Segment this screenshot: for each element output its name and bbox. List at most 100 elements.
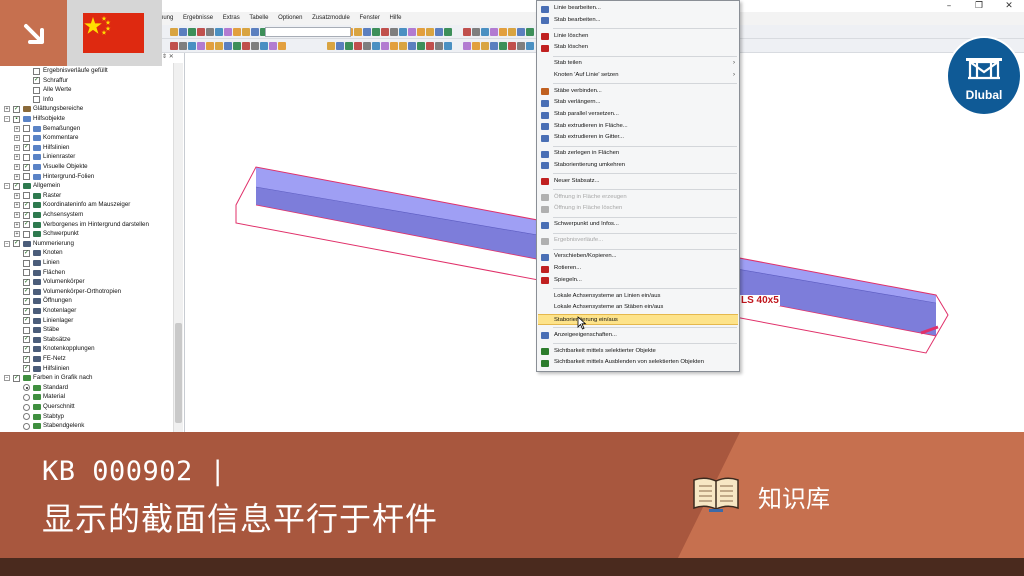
- navigator-scrollbar[interactable]: [173, 63, 183, 432]
- navigator-checkbox[interactable]: [23, 230, 30, 238]
- toolbar-icon[interactable]: [463, 28, 471, 36]
- navigator-checkbox[interactable]: [23, 134, 30, 142]
- navigator-item[interactable]: ✓ Stabsätze: [4, 335, 172, 345]
- navigator-checkbox[interactable]: [33, 86, 40, 94]
- toolbar-icon[interactable]: [517, 28, 525, 36]
- toolbar-icon[interactable]: [242, 42, 250, 50]
- navigator-checkbox[interactable]: ✓: [23, 297, 30, 305]
- expand-icon[interactable]: +: [14, 135, 20, 142]
- toolbar-icon[interactable]: [417, 42, 425, 50]
- menu-hilfe[interactable]: Hilfe: [390, 12, 402, 25]
- navigator-checkbox[interactable]: [23, 326, 30, 334]
- toolbar-icon[interactable]: [206, 28, 214, 36]
- toolbar-icon[interactable]: [372, 42, 380, 50]
- navigator-radio[interactable]: [23, 422, 30, 430]
- navigator-item[interactable]: ✓ Knoten: [4, 248, 172, 258]
- menu-item[interactable]: Verschieben/Kopieren...: [538, 251, 738, 263]
- toolbar-icon[interactable]: [260, 42, 268, 50]
- navigator-checkbox[interactable]: [33, 96, 40, 104]
- navigator-checkbox[interactable]: [23, 153, 30, 161]
- minimize-button[interactable]: –: [934, 0, 964, 12]
- toolbar-icon[interactable]: [390, 28, 398, 36]
- menu-item[interactable]: Staborientierung ein/aus: [538, 313, 738, 326]
- expand-icon[interactable]: +: [14, 144, 20, 151]
- toolbar-icon[interactable]: [188, 28, 196, 36]
- toolbar-icon[interactable]: [224, 28, 232, 36]
- expand-icon[interactable]: +: [14, 212, 20, 218]
- navigator-checkbox[interactable]: ✓: [23, 317, 30, 325]
- toolbar-icon[interactable]: [224, 42, 232, 50]
- toolbar-icon[interactable]: [215, 42, 223, 50]
- toolbar-icon[interactable]: [188, 42, 196, 50]
- navigator-checkbox[interactable]: ✓: [13, 374, 20, 382]
- toolbar-icon[interactable]: [233, 28, 241, 36]
- navigator-item[interactable]: Flächen: [4, 268, 172, 278]
- navigator-checkbox[interactable]: ✓: [23, 249, 30, 257]
- navigator-item[interactable]: Linien: [4, 258, 172, 268]
- toolbar-icon[interactable]: [354, 28, 362, 36]
- navigator-item[interactable]: ✓ Hilfslinien: [4, 364, 172, 374]
- toolbar-icon[interactable]: [372, 28, 380, 36]
- toolbar-icon[interactable]: [336, 42, 344, 50]
- loadcase-combo[interactable]: [265, 27, 351, 37]
- toolbar-icon[interactable]: [197, 28, 205, 36]
- toolbar-icon[interactable]: [363, 42, 371, 50]
- navigator-checkbox[interactable]: ✓: [23, 307, 30, 315]
- navigator-item[interactable]: ✓ Öffnungen: [4, 296, 172, 306]
- menu-item[interactable]: Sichtbarkeit mittels selektierter Objekt…: [538, 346, 738, 358]
- toolbar-icon[interactable]: [490, 42, 498, 50]
- toolbar-icon[interactable]: [408, 42, 416, 50]
- navigator-item[interactable]: Standard: [4, 383, 172, 393]
- navigator-item[interactable]: Info: [4, 95, 172, 105]
- collapse-icon[interactable]: −: [4, 116, 10, 122]
- expand-icon[interactable]: +: [14, 221, 20, 228]
- menu-item[interactable]: Linie löschen: [538, 31, 738, 43]
- navigator-checkbox[interactable]: ✓: [23, 288, 30, 296]
- toolbar-icon[interactable]: [170, 28, 178, 36]
- menu-fenster[interactable]: Fenster: [360, 12, 380, 25]
- toolbar-icon[interactable]: [472, 42, 480, 50]
- expand-icon[interactable]: +: [14, 154, 20, 161]
- navigator-item[interactable]: Material: [4, 392, 172, 402]
- menu-item[interactable]: Stab bearbeiten...: [538, 15, 738, 27]
- navigator-checkbox[interactable]: ✓: [23, 163, 30, 171]
- navigator-item[interactable]: + Raster: [4, 191, 172, 201]
- toolbar-icon[interactable]: [251, 28, 259, 36]
- navigator-checkbox[interactable]: [23, 192, 30, 200]
- toolbar-icon[interactable]: [179, 28, 187, 36]
- menu-item[interactable]: Stab parallel versetzen...: [538, 109, 738, 121]
- navigator-item[interactable]: Ergebnisverläufe gefüllt: [4, 66, 172, 76]
- navigator-checkbox[interactable]: ✓: [23, 355, 30, 363]
- navigator-radio[interactable]: [23, 403, 30, 411]
- toolbar-icon[interactable]: [381, 42, 389, 50]
- navigator-item[interactable]: + ✓ Glättungsbereiche: [4, 104, 172, 114]
- navigator-checkbox[interactable]: ✓: [23, 201, 30, 209]
- toolbar-icon[interactable]: [399, 28, 407, 36]
- toolbar-icon[interactable]: [508, 42, 516, 50]
- menu-item[interactable]: Stab verlängern...: [538, 97, 738, 109]
- toolbar-icon[interactable]: [417, 28, 425, 36]
- navigator-item[interactable]: ✓ Schraffur: [4, 76, 172, 86]
- navigator-item[interactable]: ✓ Linienlager: [4, 316, 172, 326]
- menu-item[interactable]: Linie bearbeiten...: [538, 3, 738, 15]
- menu-optionen[interactable]: Optionen: [278, 12, 302, 25]
- navigator-item[interactable]: + Kommentare: [4, 133, 172, 143]
- toolbar-icon[interactable]: [233, 42, 241, 50]
- navigator-item[interactable]: Alle Werte: [4, 85, 172, 95]
- navigator-checkbox[interactable]: ✓: [33, 77, 40, 85]
- toolbar-icon[interactable]: [481, 28, 489, 36]
- toolbar-icon[interactable]: [481, 42, 489, 50]
- navigator-checkbox[interactable]: ✓: [13, 182, 20, 190]
- maximize-button[interactable]: ❐: [964, 0, 994, 12]
- toolbar-icon[interactable]: [179, 42, 187, 50]
- navigator-radio[interactable]: [23, 384, 30, 392]
- toolbar-icon[interactable]: [499, 42, 507, 50]
- toolbar-icon[interactable]: [517, 42, 525, 50]
- toolbar-icon[interactable]: [435, 28, 443, 36]
- expand-icon[interactable]: +: [14, 125, 20, 132]
- toolbar-icon[interactable]: [472, 28, 480, 36]
- navigator-checkbox[interactable]: [23, 173, 30, 181]
- navigator-item[interactable]: Stäbe: [4, 325, 172, 335]
- toolbar-icon[interactable]: [381, 28, 389, 36]
- collapse-icon[interactable]: −: [4, 240, 10, 247]
